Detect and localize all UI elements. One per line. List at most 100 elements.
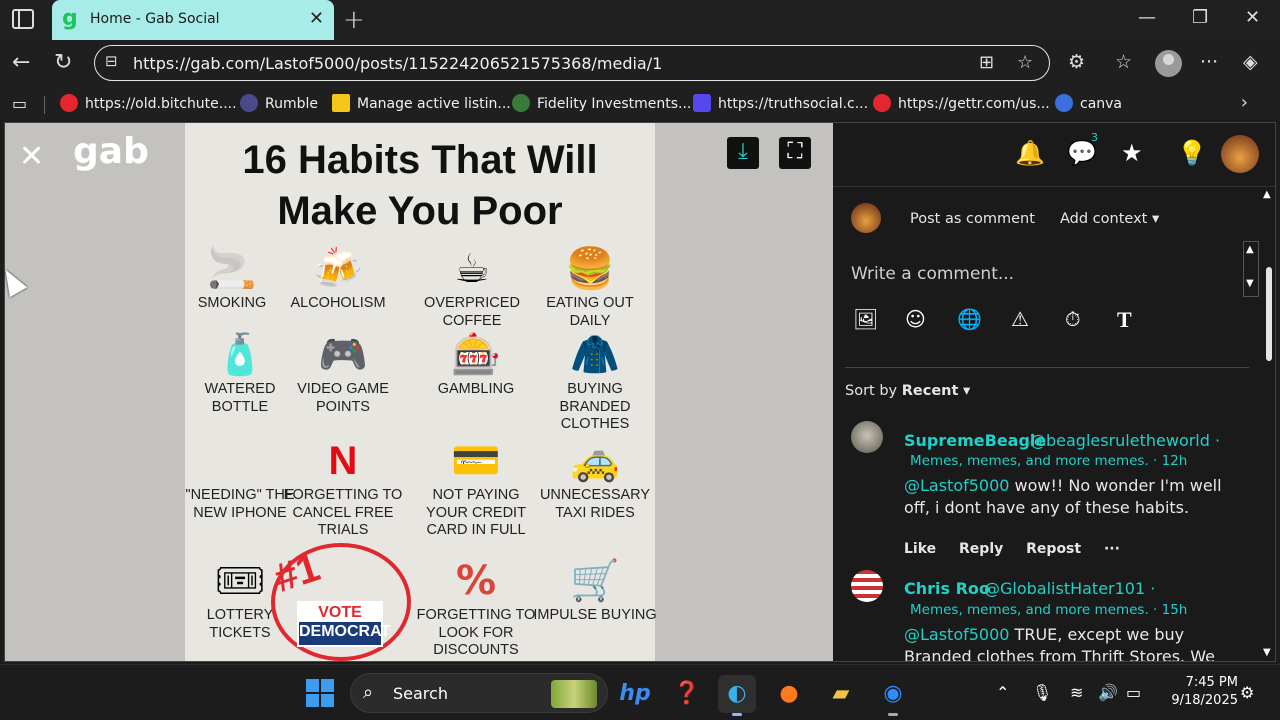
taxi-icon: 🚕 (570, 438, 620, 484)
favorites-icon[interactable]: ☆ (1115, 51, 1132, 73)
windows-start-icon[interactable] (306, 679, 334, 707)
file-explorer-icon[interactable]: ▰ (822, 675, 860, 713)
warning-icon[interactable]: ⚠ (1011, 307, 1029, 331)
habit-item: % FORGETTING TO LOOK FOR DISCOUNTS (411, 555, 541, 660)
bookmark-item[interactable]: Fidelity Investments... (512, 94, 691, 112)
reply-button[interactable]: Reply (959, 541, 1003, 557)
sort-value: Recent (901, 383, 959, 399)
bookmark-item[interactable]: Rumble (240, 94, 318, 112)
tab-title: Home - Gab Social (90, 11, 220, 27)
reading-list-icon[interactable]: ▭ (12, 94, 27, 113)
mention-link[interactable]: @Lastof5000 (904, 476, 1009, 495)
like-button[interactable]: Like (904, 541, 936, 557)
comment-group[interactable]: Memes, memes, and more memes. · 15h (910, 602, 1187, 618)
add-context-label: Add context (1060, 211, 1148, 227)
notifications-icon[interactable]: ⚙ (1240, 683, 1254, 702)
emoji-icon[interactable]: ☺ (905, 307, 926, 331)
truthsocial-icon (693, 94, 711, 112)
microphone-icon[interactable]: 🎙 (1032, 683, 1052, 702)
commenter-name[interactable]: SupremeBeagle (904, 431, 1046, 450)
vote-democrat-badge: VOTE DEMOCRAT (297, 601, 390, 647)
scroll-thumb[interactable] (1266, 267, 1272, 361)
shopping-icon: 🛒 (570, 558, 620, 604)
app-available-icon[interactable]: ⊞ (979, 52, 994, 73)
more-actions-button[interactable]: ··· (1104, 541, 1120, 557)
lightbulb-icon[interactable]: 💡 (1177, 139, 1207, 167)
zoom-app-icon[interactable]: ◉ (874, 675, 912, 716)
tab-actions-icon[interactable] (12, 9, 34, 29)
add-context-dropdown[interactable]: Add context ▾ (1060, 211, 1159, 227)
discount-icon: % (455, 558, 497, 604)
commenter-name[interactable]: Chris Roo (904, 579, 990, 598)
address-bar[interactable]: ⊟ https://gab.com/Lastof5000/posts/11522… (94, 45, 1050, 81)
close-media-icon[interactable]: ✕ (19, 139, 44, 174)
gab-logo[interactable]: gab (73, 131, 149, 172)
url-text[interactable]: https://gab.com/Lastof5000/posts/1152242… (133, 54, 662, 73)
favorite-star-icon[interactable]: ☆ (1017, 52, 1033, 73)
sort-dropdown[interactable]: Sort by Recent ▾ (845, 383, 970, 399)
scroll-up-icon[interactable]: ▲ (1263, 189, 1271, 200)
system-clock[interactable]: 7:45 PM 9/18/2025 (1166, 674, 1238, 710)
timer-icon[interactable]: ⏱ (1065, 307, 1081, 331)
bookmark-item[interactable]: canva (1055, 94, 1122, 112)
bookmark-item[interactable]: Manage active listin... (332, 94, 511, 112)
active-tab[interactable]: g Home - Gab Social ✕ (52, 0, 334, 40)
image-icon[interactable]: 🖼 (853, 307, 878, 331)
bookmark-item[interactable]: https://truthsocial.c... (693, 94, 868, 112)
comment-input-scrollbar[interactable]: ▲ ▼ (1243, 241, 1259, 297)
scroll-down-icon[interactable]: ▼ (1246, 278, 1254, 289)
taskbar-search[interactable]: ⌕ Search (350, 673, 608, 713)
habit-label: VIDEO GAME POINTS (297, 381, 389, 415)
user-avatar[interactable] (1221, 135, 1259, 173)
post-as-comment-button[interactable]: Post as comment (910, 211, 1035, 227)
download-icon[interactable]: ⤓ (727, 137, 759, 169)
habit-label: NOT PAYING YOUR CREDIT CARD IN FULL (426, 487, 526, 538)
profile-avatar[interactable] (1155, 50, 1182, 77)
commenter-avatar[interactable] (851, 570, 883, 602)
text-format-icon[interactable]: T (1117, 307, 1132, 333)
firefox-icon[interactable]: ● (770, 675, 808, 713)
comment-group[interactable]: Memes, memes, and more memes. · 12h (910, 453, 1187, 469)
mention-link[interactable]: @Lastof5000 (904, 625, 1009, 644)
panel-scrollbar[interactable]: ▲ ▼ (1263, 187, 1275, 661)
copilot-icon[interactable]: ◈ (1243, 51, 1258, 73)
more-options-icon[interactable]: ··· (1200, 51, 1218, 73)
back-icon[interactable]: ← (12, 50, 30, 75)
tab-close-icon[interactable]: ✕ (309, 8, 324, 29)
repost-button[interactable]: Repost (1026, 541, 1081, 557)
taskbar: ⌕ Search hp ❓ ◐ ● ▰ ◉ ⌃ 🎙 ≋ 🔊 ▭ 7:45 PM … (0, 664, 1280, 720)
site-info-icon[interactable]: ⊟ (105, 52, 123, 72)
edge-browser-icon[interactable]: ◐ (718, 675, 756, 716)
fullscreen-icon[interactable]: ⛶ (779, 137, 811, 169)
show-hidden-icons-icon[interactable]: ⌃ (996, 683, 1009, 702)
volume-icon[interactable]: 🔊 (1098, 683, 1118, 702)
group-name: Memes, memes, and more memes. (910, 453, 1149, 469)
habit-label: OVERPRICED COFFEE (424, 295, 520, 329)
media-viewer: 16 Habits That Will Make You Poor 🚬 SMOKI… (5, 123, 833, 661)
wifi-icon[interactable]: ≋ (1070, 683, 1083, 702)
canva-icon (1055, 94, 1073, 112)
comment-input[interactable] (851, 261, 1231, 287)
help-app-icon[interactable]: ❓ (668, 675, 706, 713)
scroll-down-icon[interactable]: ▼ (1263, 647, 1271, 658)
restore-icon[interactable]: ❐ (1192, 7, 1208, 28)
refresh-icon[interactable]: ↻ (54, 50, 72, 75)
commenter-handle[interactable]: @GlobalistHater101 · (984, 579, 1155, 598)
chevron-right-icon[interactable]: › (1241, 92, 1248, 113)
battery-icon[interactable]: ▭ (1126, 683, 1141, 702)
globe-icon[interactable]: 🌐 (957, 307, 982, 331)
bell-icon[interactable]: 🔔 (1015, 139, 1045, 167)
bookmark-item[interactable]: https://gettr.com/us... (873, 94, 1050, 112)
hp-app-icon[interactable]: hp (616, 675, 654, 713)
scroll-up-icon[interactable]: ▲ (1246, 244, 1254, 255)
comment-text: @Lastof5000 TRUE, except we buy Branded … (904, 624, 1244, 661)
commenter-handle[interactable]: @beaglesruletheworld · (1030, 431, 1220, 450)
minimize-icon[interactable]: — (1138, 7, 1156, 28)
close-window-icon[interactable]: ✕ (1245, 7, 1260, 28)
extensions-icon[interactable]: ⚙ (1068, 51, 1085, 73)
active-app-indicator (732, 713, 742, 716)
commenter-avatar[interactable] (851, 421, 883, 453)
new-tab-icon[interactable]: + (343, 5, 365, 35)
star-icon[interactable]: ★ (1121, 139, 1143, 167)
bookmark-item[interactable]: https://old.bitchute.... (60, 94, 237, 112)
